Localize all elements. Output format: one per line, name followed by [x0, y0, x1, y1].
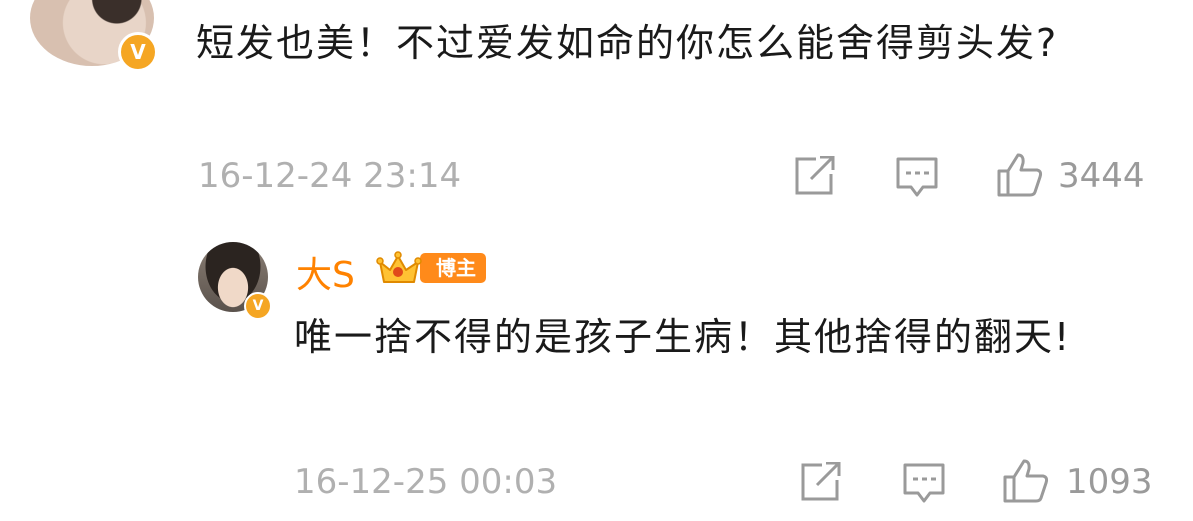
- host-badge-label: 博主: [436, 256, 476, 280]
- like-count: 1093: [1066, 462, 1153, 502]
- like-count: 3444: [1058, 156, 1145, 196]
- reply-text: 唯一捨不得的是孩子生病！其他捨得的翻天!: [294, 315, 1072, 359]
- like-icon[interactable]: [996, 152, 1044, 198]
- comment-timestamp: 16-12-24 23:14: [198, 156, 462, 196]
- share-icon[interactable]: [800, 462, 842, 502]
- comment-icon[interactable]: [895, 156, 939, 198]
- reply-timestamp: 16-12-25 00:03: [294, 462, 558, 502]
- like-icon[interactable]: [1002, 458, 1050, 504]
- share-icon[interactable]: [794, 156, 836, 196]
- comment-text: 短发也美！不过爱发如命的你怎么能舍得剪头发?: [196, 21, 1059, 65]
- reply-author-name[interactable]: 大S: [296, 246, 355, 298]
- verified-badge: V: [244, 292, 272, 320]
- comment-icon[interactable]: [902, 462, 946, 504]
- verified-badge: V: [118, 32, 158, 72]
